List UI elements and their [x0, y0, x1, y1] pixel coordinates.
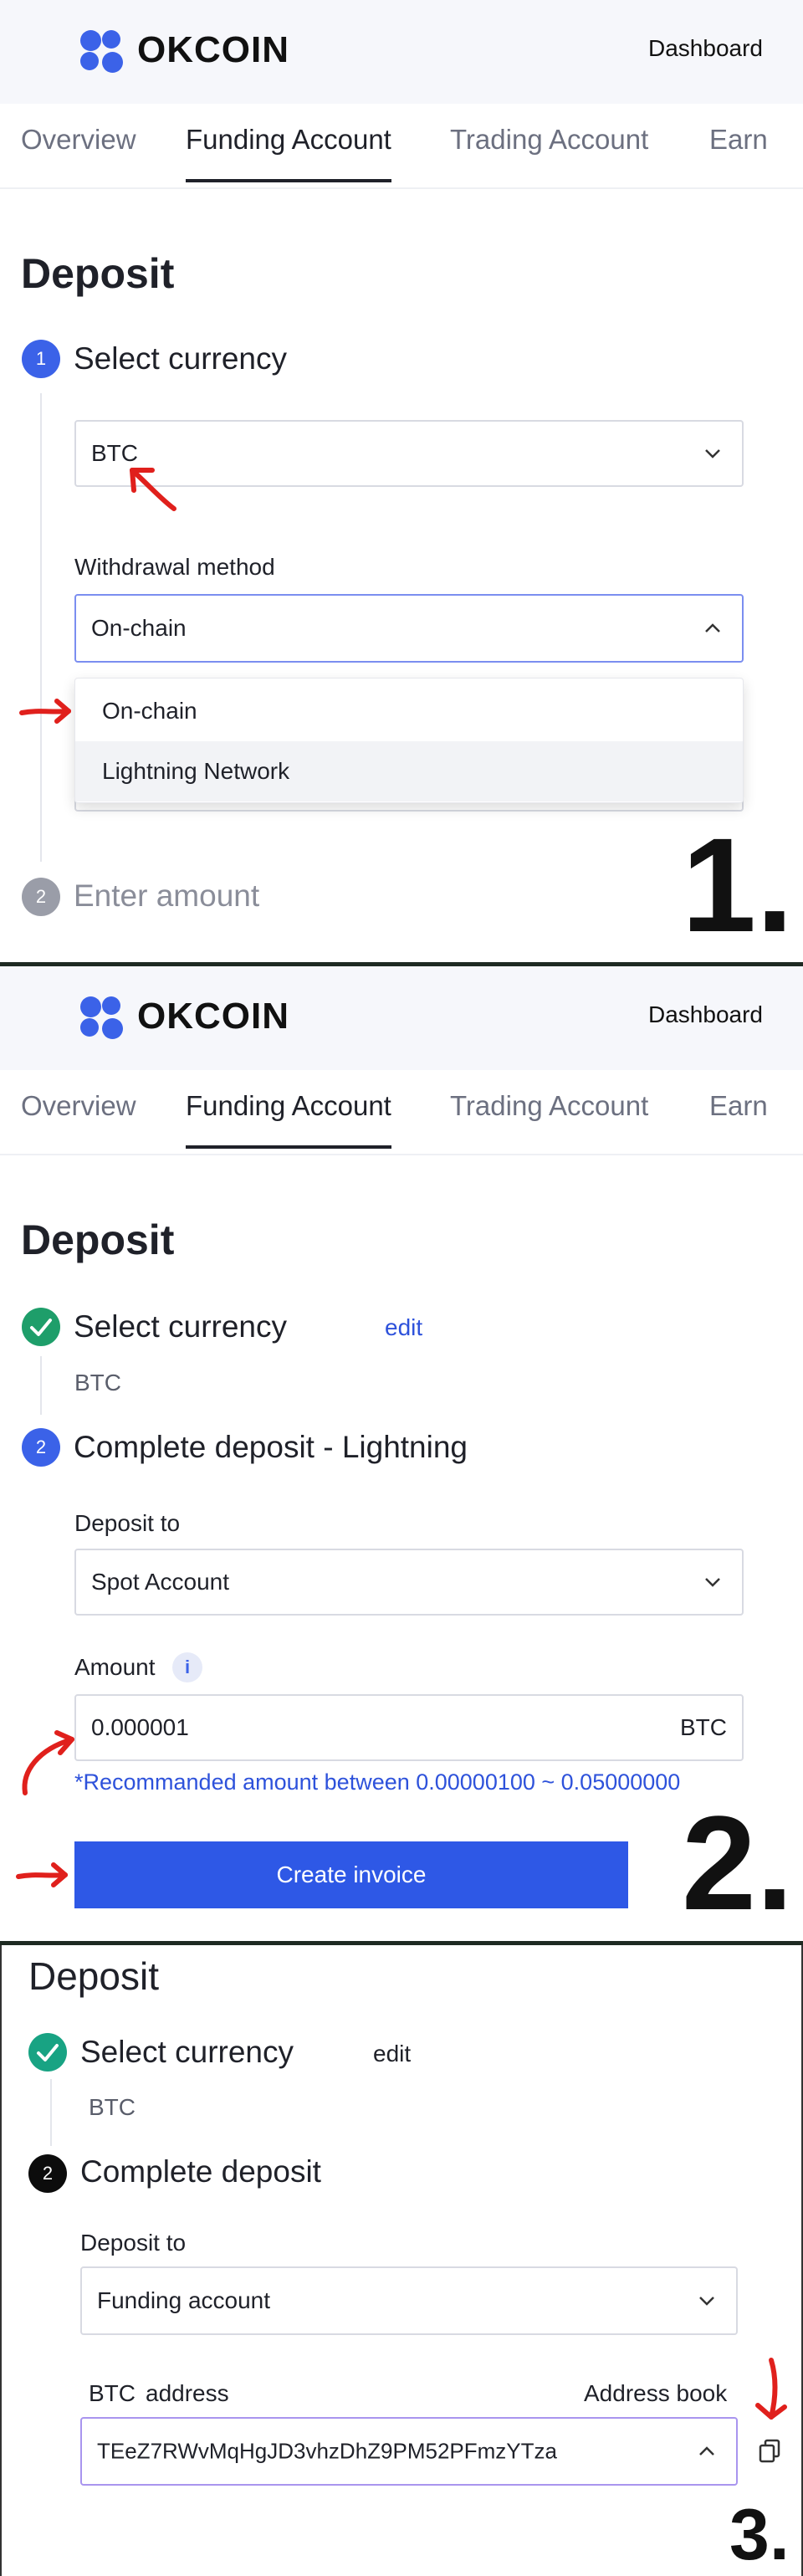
step-2-label: Complete deposit - Lightning	[74, 1430, 468, 1464]
red-arrow-icon	[19, 699, 71, 724]
edit-currency-link[interactable]: edit	[373, 2041, 411, 2067]
account-tabs: Overview Funding Account Trading Account…	[0, 104, 803, 189]
withdrawal-method-value: On-chain	[91, 615, 187, 641]
deposit-address-field[interactable]: TEeZ7RWvMqHgJD3vhzDhZ9PM52PFmzYTza	[80, 2417, 738, 2486]
step-marker-2: 2.	[682, 1788, 794, 1938]
tab-funding-account[interactable]: Funding Account	[186, 124, 391, 182]
info-icon[interactable]: i	[172, 1652, 202, 1682]
option-lightning-network[interactable]: Lightning Network	[75, 741, 743, 801]
step-2-badge: 2	[22, 1428, 60, 1467]
tab-earn[interactable]: Earn	[709, 124, 768, 156]
red-arrow-icon	[755, 2358, 787, 2420]
dashboard-link[interactable]: Dashboard	[648, 1001, 763, 1028]
option-on-chain[interactable]: On-chain	[75, 681, 743, 741]
deposit-to-label: Deposit to	[74, 1510, 181, 1536]
deposit-to-select[interactable]: Spot Account	[74, 1549, 744, 1616]
tab-overview[interactable]: Overview	[21, 124, 136, 156]
step-1-badge: 1	[22, 340, 60, 378]
amount-label: Amount	[74, 1654, 156, 1680]
address-label: address	[146, 2380, 229, 2406]
withdrawal-method-dropdown: On-chain Lightning Network	[74, 678, 744, 803]
tab-trading-account[interactable]: Trading Account	[450, 1090, 648, 1122]
deposit-to-label: Deposit to	[80, 2230, 187, 2256]
okcoin-logo[interactable]: OKCOIN	[80, 993, 289, 1040]
logo-mark-icon	[80, 993, 127, 1040]
deposit-to-select[interactable]: Funding account	[80, 2266, 738, 2335]
step-marker-1: 1.	[682, 810, 794, 960]
dashboard-link[interactable]: Dashboard	[648, 35, 763, 62]
deposit-address-value: TEeZ7RWvMqHgJD3vhzDhZ9PM52PFmzYTza	[97, 2438, 557, 2464]
check-icon	[22, 1308, 60, 1346]
page-title: Deposit	[21, 1216, 175, 1263]
step-2-badge: 2	[28, 2154, 67, 2193]
top-nav-bar: OKCOIN Dashboard	[0, 966, 803, 1070]
address-book-link[interactable]: Address book	[584, 2380, 727, 2407]
step-connector-line	[40, 1356, 42, 1415]
account-tabs: Overview Funding Account Trading Account…	[0, 1070, 803, 1155]
tab-funding-account[interactable]: Funding Account	[186, 1090, 391, 1149]
tab-trading-account[interactable]: Trading Account	[450, 124, 648, 156]
step-connector-line	[50, 2079, 52, 2146]
deposit-to-value: Funding account	[97, 2287, 271, 2313]
chevron-up-icon	[699, 2446, 714, 2456]
step-2-label: Enter amount	[74, 878, 260, 913]
step-connector-line	[40, 393, 42, 862]
screenshot-panel-1: OKCOIN Dashboard Overview Funding Accoun…	[0, 0, 803, 962]
red-arrow-icon	[130, 468, 176, 511]
withdrawal-method-label: Withdrawal method	[74, 554, 275, 580]
screenshot-panel-2: OKCOIN Dashboard Overview Funding Accoun…	[0, 966, 803, 1941]
amount-hint: *Recommanded amount between 0.00000100 ~…	[74, 1769, 681, 1795]
step-1-label: Select currency	[80, 2035, 294, 2069]
chevron-down-icon	[699, 2297, 714, 2306]
chevron-down-icon	[705, 1578, 720, 1587]
logo-text: OKCOIN	[137, 29, 289, 70]
amount-unit: BTC	[680, 1714, 727, 1740]
selected-currency-value: BTC	[89, 2094, 136, 2120]
chevron-up-icon	[705, 623, 720, 632]
amount-input-value: 0.000001	[91, 1714, 189, 1740]
step-2-badge: 2	[22, 878, 60, 916]
step-1-label: Select currency	[74, 1309, 287, 1344]
step-marker-3: 3.	[729, 2495, 790, 2575]
address-currency-label: BTC	[89, 2380, 136, 2406]
withdrawal-method-select[interactable]: On-chain	[74, 594, 744, 663]
red-arrow-icon	[16, 1862, 68, 1887]
page-title: Deposit	[28, 1954, 159, 1998]
screenshot-panel-3: Deposit Select currency edit BTC 2 Compl…	[0, 1945, 803, 2576]
page-title: Deposit	[21, 250, 175, 297]
create-invoice-button[interactable]: Create invoice	[74, 1841, 628, 1908]
copy-icon[interactable]	[758, 2439, 781, 2464]
deposit-to-value: Spot Account	[91, 1569, 230, 1595]
step-2-label: Complete deposit	[80, 2154, 321, 2189]
red-arrow-icon	[22, 1730, 74, 1795]
okcoin-logo[interactable]: OKCOIN	[80, 27, 289, 74]
chevron-down-icon	[705, 449, 720, 458]
tab-earn[interactable]: Earn	[709, 1090, 768, 1122]
tab-overview[interactable]: Overview	[21, 1090, 136, 1122]
selected-currency-value: BTC	[74, 1370, 121, 1396]
step-1-label: Select currency	[74, 341, 287, 376]
edit-currency-link[interactable]: edit	[385, 1314, 422, 1341]
amount-input[interactable]: 0.000001 BTC	[74, 1694, 744, 1761]
logo-text: OKCOIN	[137, 996, 289, 1037]
top-nav-bar: OKCOIN Dashboard	[0, 0, 803, 104]
logo-mark-icon	[80, 27, 127, 74]
check-icon	[28, 2033, 67, 2072]
